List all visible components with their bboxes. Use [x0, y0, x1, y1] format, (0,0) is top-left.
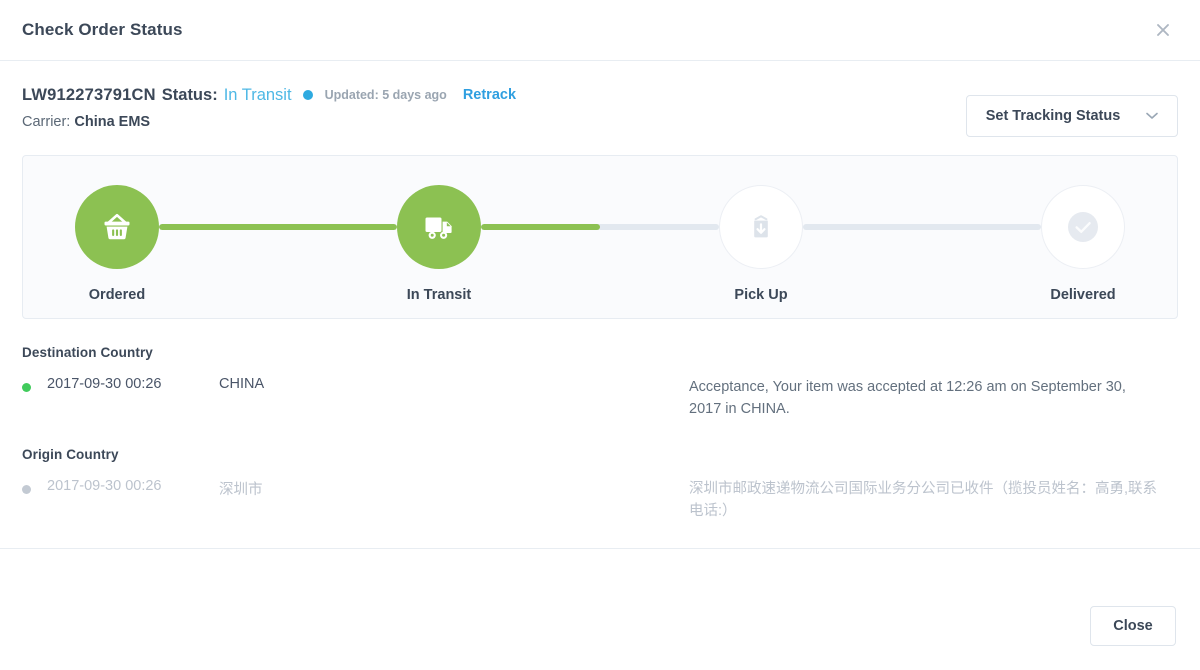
status-badge-dot: [302, 90, 313, 101]
chevron-down-icon: [1146, 112, 1159, 120]
event-date: 2017-09-30 00:26: [47, 477, 162, 494]
carrier-line: Carrier: China EMS: [22, 114, 966, 130]
tracking-progress-card: Ordered In Transit Pick Up Delivered: [22, 155, 1178, 319]
event-location: CHINA: [219, 376, 265, 392]
shopping-basket-icon: [75, 185, 159, 269]
tracking-connector-1: [159, 224, 397, 230]
tracking-step-label: Ordered: [88, 287, 146, 303]
set-tracking-status-label: Set Tracking Status: [985, 108, 1121, 124]
event-description: Acceptance, Your item was accepted at 12…: [689, 379, 1126, 418]
close-button[interactable]: Close: [1090, 606, 1176, 646]
modal-body: LW912273791CN Status: In Transit Updated…: [0, 61, 1200, 549]
check-order-status-modal: Check Order Status LW912273791CN Status:…: [0, 0, 1200, 670]
event-description: 深圳市邮政速递物流公司国际业务分公司已收件（揽投员姓名：高勇,联系电话:）: [689, 480, 1158, 520]
status-line: LW912273791CN Status: In Transit Updated…: [22, 87, 966, 104]
status-summary-text: LW912273791CN Status: In Transit Updated…: [22, 87, 966, 130]
status-summary: LW912273791CN Status: In Transit Updated…: [22, 87, 1178, 137]
close-icon[interactable]: [1150, 17, 1176, 43]
status-label: Status:: [161, 86, 218, 104]
event-location: 深圳市: [219, 481, 263, 498]
origin-country-title: Origin Country: [22, 446, 119, 462]
tracking-connector-2: [481, 224, 719, 230]
tracking-step-label: In Transit: [406, 287, 472, 303]
event-status-dot: [22, 383, 31, 392]
carrier-label: Carrier:: [22, 113, 71, 130]
tracking-connector-fill: [481, 224, 600, 230]
tracking-step-label: Delivered: [1050, 287, 1116, 303]
delivery-truck-icon: [397, 185, 481, 269]
event-date: 2017-09-30 00:26: [47, 376, 162, 392]
updated-timestamp: Updated: 5 days ago: [324, 88, 447, 102]
status-value: In Transit: [223, 86, 292, 104]
check-circle-icon: [1041, 185, 1125, 269]
tracking-step-in-transit: In Transit: [397, 185, 481, 303]
tracking-number: LW912273791CN: [22, 86, 156, 104]
tracking-steps: Ordered In Transit Pick Up Delivered: [23, 156, 1177, 318]
tracking-step-delivered: Delivered: [1041, 185, 1125, 303]
destination-country-title: Destination Country: [22, 345, 153, 360]
package-download-icon: [719, 185, 803, 269]
table-row: 2017-09-30 00:26 CHINA Acceptance, Your …: [22, 376, 1178, 421]
modal-footer: Close: [0, 582, 1200, 670]
tracking-connector-fill: [159, 224, 397, 230]
retrack-link[interactable]: Retrack: [463, 88, 516, 103]
event-status-dot: [22, 484, 31, 494]
footer-divider: [0, 547, 1200, 549]
modal-header: Check Order Status: [0, 0, 1200, 61]
tracking-step-pick-up: Pick Up: [719, 185, 803, 303]
set-tracking-status-button[interactable]: Set Tracking Status: [966, 95, 1178, 137]
tracking-step-ordered: Ordered: [75, 185, 159, 303]
tracking-connector-3: [803, 224, 1041, 230]
tracking-step-label: Pick Up: [734, 287, 788, 303]
carrier-name: China EMS: [74, 113, 151, 130]
table-row: 2017-09-30 00:26 深圳市 深圳市邮政速递物流公司国际业务分公司已…: [22, 478, 1178, 523]
page-title: Check Order Status: [22, 20, 183, 39]
